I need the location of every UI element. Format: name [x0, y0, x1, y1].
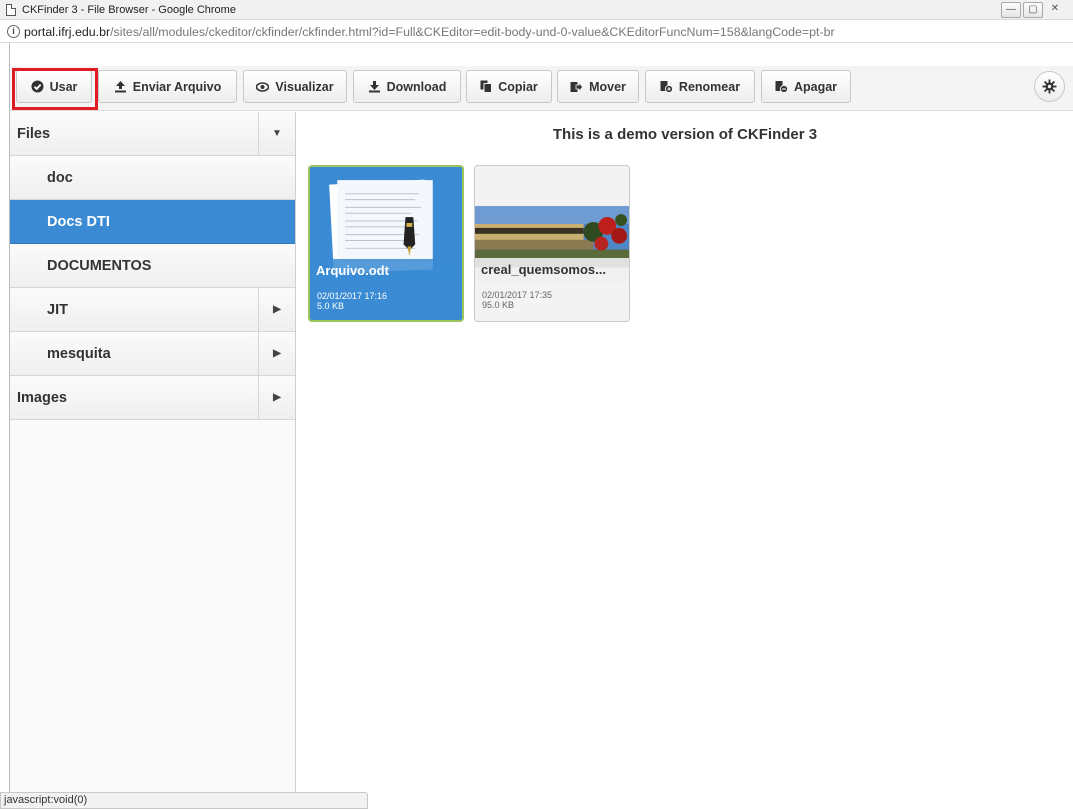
delete-icon — [775, 81, 788, 93]
close-button[interactable]: ✕ — [1045, 2, 1065, 18]
file-size: 95.0 KB — [482, 300, 515, 310]
demo-banner: This is a demo version of CKFinder 3 — [552, 126, 818, 143]
page-icon — [6, 3, 16, 16]
usar-button[interactable]: Usar — [16, 70, 92, 103]
file-size: 5.0 KB — [317, 301, 345, 311]
check-circle-icon — [31, 80, 44, 93]
folder-documentos-label: DOCUMENTOS — [47, 257, 152, 274]
move-icon — [570, 80, 584, 93]
folder-doc-label: doc — [47, 169, 73, 186]
expand-arrow-icon[interactable]: ▶ — [258, 376, 295, 419]
folder-docs-dti[interactable]: Docs DTI — [10, 200, 295, 244]
visualizar-button[interactable]: Visualizar — [243, 70, 347, 103]
file-name: creal_quemsomos... — [475, 258, 629, 282]
mover-label: Mover — [589, 79, 626, 94]
folder-jit-label: JIT — [47, 301, 68, 318]
window-titlebar: CKFinder 3 - File Browser - Google Chrom… — [0, 0, 1073, 20]
folder-images-label: Images — [17, 389, 67, 406]
folder-sidebar: Files ▼ doc Docs DTI DOCUMENTOS JIT ▶ me… — [10, 112, 296, 809]
folder-mesquita[interactable]: mesquita ▶ — [10, 332, 295, 376]
expand-arrow-icon[interactable]: ▶ — [258, 332, 295, 375]
address-bar[interactable]: i portal.ifrj.edu.br/sites/all/modules/c… — [0, 21, 1073, 43]
minimize-button[interactable]: — — [1001, 2, 1021, 18]
left-border — [0, 43, 10, 809]
expand-arrow-icon[interactable]: ▶ — [258, 288, 295, 331]
folder-files-label: Files — [17, 125, 51, 142]
enviar-arquivo-label: Enviar Arquivo — [132, 79, 222, 94]
folder-doc[interactable]: doc — [10, 156, 295, 200]
toolbar: Usar Enviar Arquivo Visualizar Download … — [10, 66, 1073, 111]
folder-mesquita-label: mesquita — [47, 345, 111, 362]
folder-docs-dti-label: Docs DTI — [47, 213, 110, 230]
visualizar-label: Visualizar — [275, 79, 334, 94]
upload-icon — [114, 81, 126, 93]
file-meta: 02/01/2017 17:16 5.0 KB — [317, 291, 387, 311]
renomear-button[interactable]: Renomear — [645, 70, 755, 103]
apagar-label: Apagar — [793, 79, 838, 94]
download-icon — [368, 81, 380, 93]
renomear-label: Renomear — [678, 79, 741, 94]
folder-images[interactable]: Images ▶ — [10, 376, 295, 420]
url-host: portal.ifrj.edu.br — [24, 24, 111, 39]
download-button[interactable]: Download — [353, 70, 461, 103]
enviar-arquivo-button[interactable]: Enviar Arquivo — [98, 70, 237, 103]
folder-jit[interactable]: JIT ▶ — [10, 288, 295, 332]
gear-icon — [1042, 79, 1057, 94]
file-meta: 02/01/2017 17:35 95.0 KB — [482, 290, 552, 310]
file-tile[interactable]: Arquivo.odt 02/01/2017 17:16 5.0 KB — [308, 165, 464, 322]
mover-button[interactable]: Mover — [557, 70, 639, 103]
copy-icon — [480, 80, 493, 93]
rename-icon — [660, 81, 673, 93]
window-title: CKFinder 3 - File Browser - Google Chrom… — [22, 3, 236, 16]
collapse-arrow-icon[interactable]: ▼ — [258, 112, 295, 155]
folder-files[interactable]: Files ▼ — [10, 112, 295, 156]
eye-icon — [256, 81, 270, 92]
info-icon[interactable]: i — [7, 25, 20, 38]
folder-documentos[interactable]: DOCUMENTOS — [10, 244, 295, 288]
maximize-button[interactable]: ▢ — [1023, 2, 1043, 18]
apagar-button[interactable]: Apagar — [761, 70, 851, 103]
download-label: Download — [386, 79, 447, 94]
file-date: 02/01/2017 17:35 — [482, 290, 553, 300]
file-name: Arquivo.odt — [310, 259, 462, 283]
copiar-button[interactable]: Copiar — [466, 70, 552, 103]
file-date: 02/01/2017 17:16 — [317, 291, 388, 301]
file-list-area: This is a demo version of CKFinder 3 Arq… — [297, 112, 1073, 809]
copiar-label: Copiar — [498, 79, 538, 94]
settings-button[interactable] — [1034, 71, 1065, 102]
file-tile[interactable]: creal_quemsomos... 02/01/2017 17:35 95.0… — [474, 165, 630, 322]
status-bar: javascript:void(0) — [0, 792, 368, 809]
url-path: /sites/all/modules/ckeditor/ckfinder/ckf… — [110, 24, 835, 39]
usar-label: Usar — [49, 79, 78, 94]
